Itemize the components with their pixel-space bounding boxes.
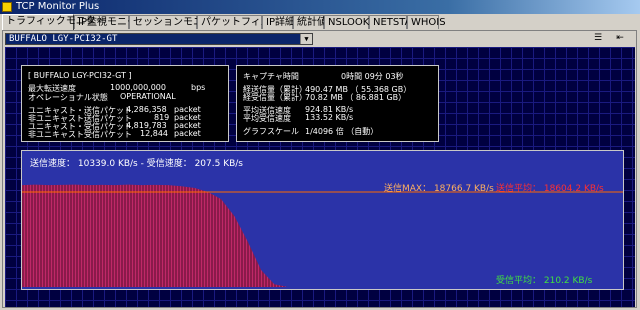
window-title: TCP Monitor Plus (16, 1, 100, 12)
adapter-info-box: [ BUFFALO LGY-PCI32-GT ] 最大転送速度 1000,000… (21, 65, 229, 142)
adapter-select[interactable]: BUFFALO LGY-PCI32-GT ▼ (5, 33, 313, 45)
tab-statistics[interactable]: 統計値 (293, 15, 327, 29)
send-average-label: 送信平均： 18604.2 KB/s (496, 184, 604, 194)
chevron-down-icon[interactable]: ▼ (300, 34, 312, 44)
tab-traffic-monitor[interactable]: トラフィックモニター (2, 14, 106, 30)
tab-nslookup[interactable]: NSLOOKUP (324, 15, 382, 29)
capture-info-box: キャプチャ時間 0時間 09分 03秒 経送信量（累計） 490.47 MB （… (236, 65, 439, 142)
tab-session-monitor[interactable]: セッションモニター (129, 15, 223, 29)
adapter-name: [ BUFFALO LGY-PCI32-GT ] (28, 71, 132, 80)
list-icon[interactable]: ☰ (592, 33, 604, 44)
app-icon (2, 2, 12, 12)
title-bar: TCP Monitor Plus (0, 0, 640, 14)
speed-label: 送信速度： 10339.0 KB/s - 受信速度： 207.5 KB/s (30, 159, 243, 169)
tab-packet-filter[interactable]: パケットフィルター (197, 15, 291, 29)
pin-icon[interactable]: ⇤ (614, 33, 626, 44)
traffic-chart: 送信速度： 10339.0 KB/s - 受信速度： 207.5 KB/s 送信… (21, 150, 624, 290)
send-max-label: 送信MAX： 18766.7 KB/s (384, 184, 494, 194)
traffic-chart-svg (22, 184, 623, 287)
tab-netstat[interactable]: NETSTAT (369, 15, 417, 29)
adapter-select-value: BUFFALO LGY-PCI32-GT (9, 34, 118, 44)
send-traffic-area (22, 184, 447, 287)
tab-whois[interactable]: WHOIS (407, 15, 446, 29)
tab-ip-detail[interactable]: IP詳細 (262, 15, 295, 29)
receive-average-label: 受信平均： 210.2 KB/s (496, 276, 593, 286)
